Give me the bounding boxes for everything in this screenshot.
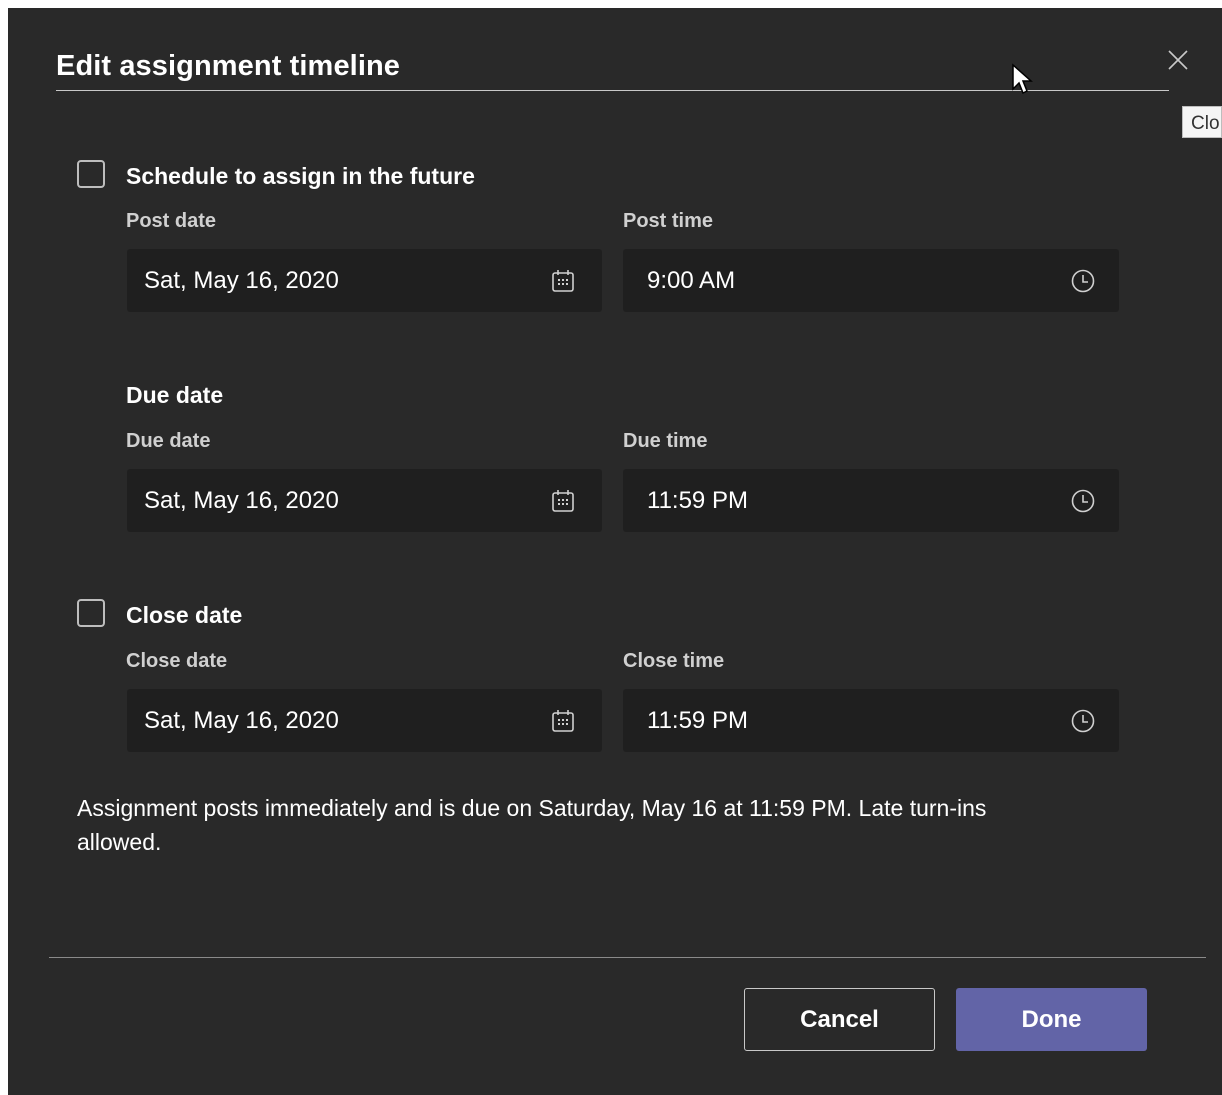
calendar-icon	[552, 270, 574, 292]
schedule-checkbox[interactable]	[77, 160, 105, 188]
due-date-value: Sat, May 16, 2020	[144, 487, 339, 514]
due-date-heading: Due date	[126, 382, 224, 408]
close-tooltip: Clo	[1182, 106, 1222, 138]
calendar-icon	[552, 490, 574, 512]
close-date-checkbox-label: Close date	[126, 602, 243, 628]
timeline-summary: Assignment posts immediately and is due …	[77, 795, 987, 855]
close-time-label: Close time	[623, 650, 725, 672]
footer-divider	[49, 957, 1206, 958]
post-date-label: Post date	[126, 210, 217, 232]
due-date-label: Due date	[126, 430, 211, 452]
title-divider	[56, 90, 1169, 91]
close-date-value: Sat, May 16, 2020	[144, 707, 339, 734]
close-icon	[1168, 50, 1188, 70]
due-time-field[interactable]: 11:59 PM	[623, 469, 1119, 532]
post-date-value: Sat, May 16, 2020	[144, 267, 339, 294]
post-time-label: Post time	[623, 210, 714, 232]
mouse-cursor-icon	[1012, 63, 1033, 95]
due-time-value: 11:59 PM	[647, 487, 748, 514]
cancel-button[interactable]: Cancel	[744, 988, 935, 1051]
close-time-value: 11:59 PM	[647, 707, 748, 734]
clock-icon	[1071, 709, 1095, 733]
clock-icon	[1071, 489, 1095, 513]
schedule-label: Schedule to assign in the future	[126, 163, 475, 189]
due-time-label: Due time	[623, 430, 708, 452]
clock-icon	[1071, 269, 1095, 293]
close-time-field[interactable]: 11:59 PM	[623, 689, 1119, 752]
dialog-title: Edit assignment timeline	[56, 50, 401, 82]
close-date-checkbox[interactable]	[77, 599, 105, 627]
close-date-label: Close date	[126, 650, 228, 672]
done-button[interactable]: Done	[956, 988, 1147, 1051]
close-date-field[interactable]: Sat, May 16, 2020	[127, 689, 602, 752]
post-time-field[interactable]: 9:00 AM	[623, 249, 1119, 312]
close-button[interactable]	[1164, 46, 1192, 74]
due-date-field[interactable]: Sat, May 16, 2020	[127, 469, 602, 532]
post-time-value: 9:00 AM	[647, 267, 736, 294]
calendar-icon	[552, 710, 574, 732]
edit-timeline-dialog: Edit assignment timeline Clo Schedule to…	[8, 8, 1222, 1095]
post-date-field[interactable]: Sat, May 16, 2020	[127, 249, 602, 312]
